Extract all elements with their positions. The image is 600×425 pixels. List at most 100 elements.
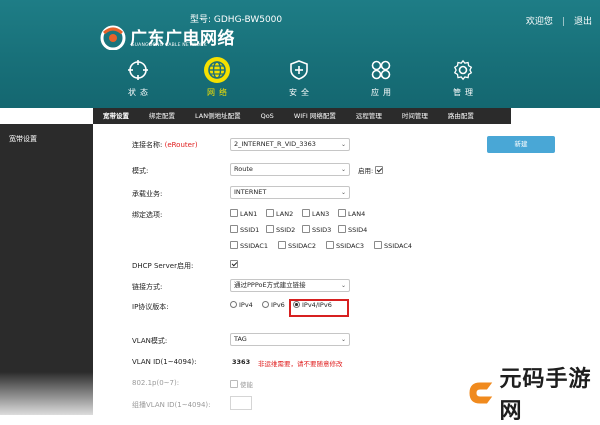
chevron-down-icon: ⌄: [340, 141, 346, 148]
vlan-mode-label: VLAN模式:: [132, 337, 168, 345]
welcome-link[interactable]: 欢迎您: [526, 17, 553, 27]
tab-wifi-config[interactable]: WIFI 网络配置: [284, 108, 346, 124]
bind-ssidac4-checkbox[interactable]: [374, 241, 382, 249]
bind-lan3-label: LAN3: [312, 210, 330, 218]
bind-ssid2-checkbox[interactable]: [266, 225, 274, 233]
bind-lan2[interactable]: LAN2: [266, 209, 293, 218]
vlan-id-label: VLAN ID(1~4094):: [132, 358, 197, 366]
dhcp-checkbox[interactable]: [230, 260, 238, 268]
bind-lan1-label: LAN1: [240, 210, 258, 218]
enable-checkbox[interactable]: [375, 166, 384, 174]
mode-select[interactable]: Route ⌄: [230, 163, 350, 176]
bind-lan4[interactable]: LAN4: [338, 209, 365, 218]
sub-tab-bar: 宽带设置 绑定配置 LAN侧地址配置 QoS WIFI 网络配置 远程管理 时间…: [93, 108, 511, 124]
logo-mark-icon: [100, 25, 126, 50]
vlan-mode-select[interactable]: TAG ⌄: [230, 333, 350, 346]
bind-ssid2-label: SSID2: [276, 226, 296, 234]
enable-option: 启用:: [358, 165, 385, 175]
p8021-enable-label: 使能: [240, 381, 253, 389]
ip-ipv6[interactable]: IPv6: [262, 301, 285, 309]
ip-version-label: IP协议版本:: [132, 303, 169, 311]
conn-name-select[interactable]: 2_INTERNET_R_VID_3363 ⌄: [230, 138, 350, 151]
bind-ssidac1[interactable]: SSIDAC1: [230, 241, 268, 250]
bind-ssid3[interactable]: SSID3: [302, 225, 331, 234]
bind-vlan-label: 组播VLAN ID(1~4094):: [132, 401, 211, 409]
sidebar-item-broadband[interactable]: 宽带设置: [0, 124, 93, 144]
ipv4-radio[interactable]: [230, 301, 237, 308]
nav-apps[interactable]: 应用: [357, 57, 405, 98]
bind-ssidac2-label: SSIDAC2: [288, 242, 317, 250]
link-label: 链接方式:: [132, 283, 163, 291]
highlight-box: [289, 299, 349, 317]
device-model: 型号: GDHG-BW5000: [190, 15, 283, 25]
bind-ssid4[interactable]: SSID4: [338, 225, 367, 234]
bind-vlan-input[interactable]: [230, 396, 252, 410]
globe-icon: [204, 57, 230, 83]
bind-lan1[interactable]: LAN1: [230, 209, 257, 218]
bind-ssidac1-checkbox[interactable]: [230, 241, 238, 249]
ipv6-radio[interactable]: [262, 301, 269, 308]
bind-lan4-label: LAN4: [348, 210, 366, 218]
brand-logo: 广东广电网络 GUANGDONG CABLE NETWORK: [100, 22, 240, 54]
gear-icon: [450, 57, 476, 83]
bind-lan3-checkbox[interactable]: [302, 209, 310, 217]
bind-ssid1[interactable]: SSID1: [230, 225, 259, 234]
bind-ssid4-checkbox[interactable]: [338, 225, 346, 233]
bind-lan3[interactable]: LAN3: [302, 209, 329, 218]
tab-route-config[interactable]: 路由配置: [438, 108, 484, 124]
tab-lan-address[interactable]: LAN侧地址配置: [185, 108, 251, 124]
top-links-separator: |: [561, 17, 565, 27]
bind-ssid3-checkbox[interactable]: [302, 225, 310, 233]
nav-security-label: 安全: [289, 88, 313, 97]
enable-label: 启用:: [358, 167, 374, 175]
nav-status-label: 状态: [128, 88, 152, 97]
nav-manage[interactable]: 管理: [439, 57, 487, 98]
vlan-id-value[interactable]: 3363: [232, 358, 250, 366]
service-label: 承载业务:: [132, 190, 163, 198]
bind-ssid4-label: SSID4: [348, 226, 368, 234]
mode-value: Route: [234, 165, 253, 173]
conn-name-hint: (eRouter): [164, 141, 198, 149]
bind-lan1-checkbox[interactable]: [230, 209, 238, 217]
ip-ipv4[interactable]: IPv4: [230, 301, 253, 309]
nav-apps-label: 应用: [371, 88, 395, 97]
logout-link[interactable]: 退出: [574, 17, 592, 27]
vlan-id-note: 非运维需要，请不要随意修改: [258, 360, 343, 368]
bind-ssidac2-checkbox[interactable]: [278, 241, 286, 249]
bind-ssidac4-label: SSIDAC4: [384, 242, 413, 250]
bind-ssidac3-checkbox[interactable]: [326, 241, 334, 249]
new-button[interactable]: 新建: [487, 136, 555, 153]
service-select[interactable]: INTERNET ⌄: [230, 186, 350, 199]
tab-qos[interactable]: QoS: [251, 108, 284, 124]
tab-remote-manage[interactable]: 远程管理: [346, 108, 392, 124]
p8021-checkbox[interactable]: [230, 380, 238, 388]
nav-status[interactable]: 状态: [114, 57, 162, 98]
dhcp-enable[interactable]: [230, 260, 240, 269]
bind-lan4-checkbox[interactable]: [338, 209, 346, 217]
chevron-down-icon: ⌄: [340, 336, 346, 343]
apps-icon: [368, 57, 394, 83]
ipv6-label: IPv6: [271, 301, 285, 309]
bind-ssidac2[interactable]: SSIDAC2: [278, 241, 316, 250]
link-value: 通过PPPoE方式建立链接: [234, 281, 306, 289]
link-select[interactable]: 通过PPPoE方式建立链接 ⌄: [230, 279, 350, 292]
p8021-enable[interactable]: 使能: [230, 379, 253, 389]
ipv4-label: IPv4: [239, 301, 253, 309]
bind-ssidac3[interactable]: SSIDAC3: [326, 241, 364, 250]
conn-name-label: 连接名称: (eRouter): [132, 140, 198, 150]
bind-lan2-checkbox[interactable]: [266, 209, 274, 217]
sidebar-fade: [0, 372, 93, 415]
tab-time-manage[interactable]: 时间管理: [392, 108, 438, 124]
bind-ssid1-checkbox[interactable]: [230, 225, 238, 233]
dhcp-label: DHCP Server启用:: [132, 262, 194, 270]
bind-ssid2[interactable]: SSID2: [266, 225, 295, 234]
nav-network[interactable]: 网络: [193, 57, 241, 98]
bind-ssidac1-label: SSIDAC1: [240, 242, 269, 250]
vlan-mode-value: TAG: [234, 335, 247, 343]
main-nav: 状态 网络 安全 应用 管理: [0, 57, 600, 103]
bind-ssidac4[interactable]: SSIDAC4: [374, 241, 412, 250]
logo-english-text: GUANGDONG CABLE NETWORK: [131, 43, 207, 48]
tab-broadband-settings[interactable]: 宽带设置: [93, 108, 139, 124]
nav-security[interactable]: 安全: [275, 57, 323, 98]
tab-binding-config[interactable]: 绑定配置: [139, 108, 185, 124]
